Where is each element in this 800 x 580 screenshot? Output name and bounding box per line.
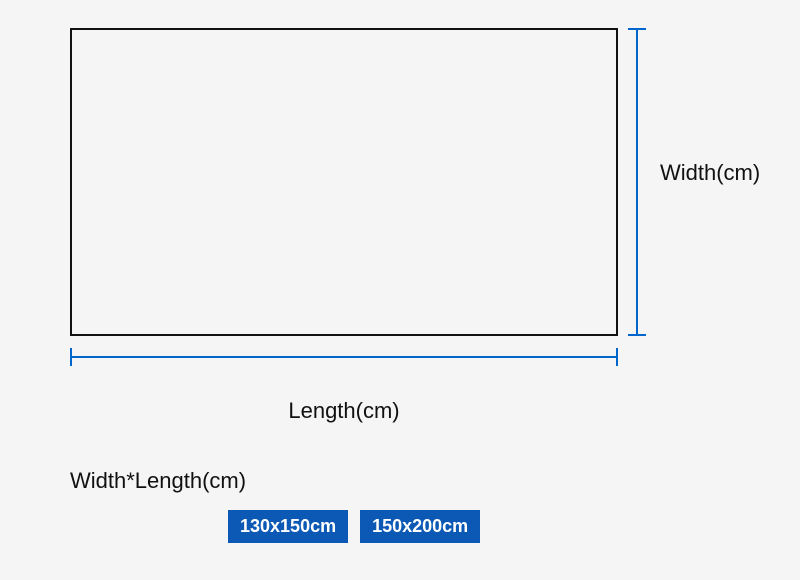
width-dimension-line — [636, 28, 638, 336]
size-option-1[interactable]: 150x200cm — [360, 510, 480, 543]
product-rectangle — [70, 28, 618, 336]
size-options: 130x150cm 150x200cm — [228, 510, 480, 543]
length-dimension-line — [70, 356, 618, 358]
size-option-0[interactable]: 130x150cm — [228, 510, 348, 543]
length-label: Length(cm) — [0, 398, 688, 424]
width-label: Width(cm) — [660, 160, 760, 186]
formula-label: Width*Length(cm) — [70, 468, 246, 494]
